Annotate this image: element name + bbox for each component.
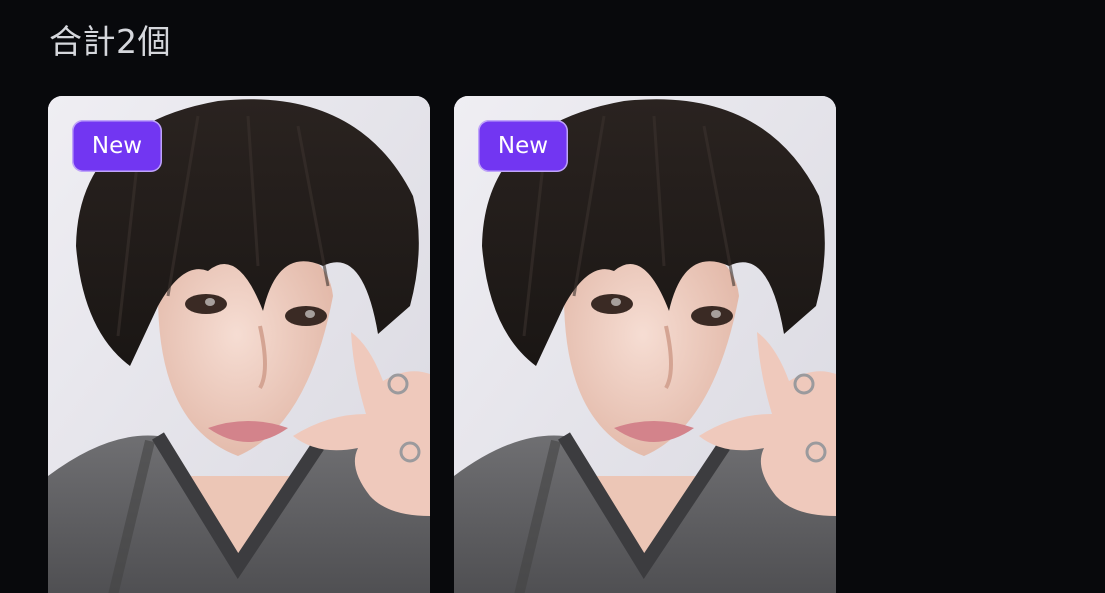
item-grid: New New [48, 96, 836, 593]
new-badge: New [478, 120, 568, 172]
new-badge: New [72, 120, 162, 172]
page: 合計2個 New New [0, 0, 1105, 593]
item-card[interactable]: New [454, 96, 836, 593]
item-card[interactable]: New [48, 96, 430, 593]
total-count-label: 合計2個 [49, 22, 171, 61]
